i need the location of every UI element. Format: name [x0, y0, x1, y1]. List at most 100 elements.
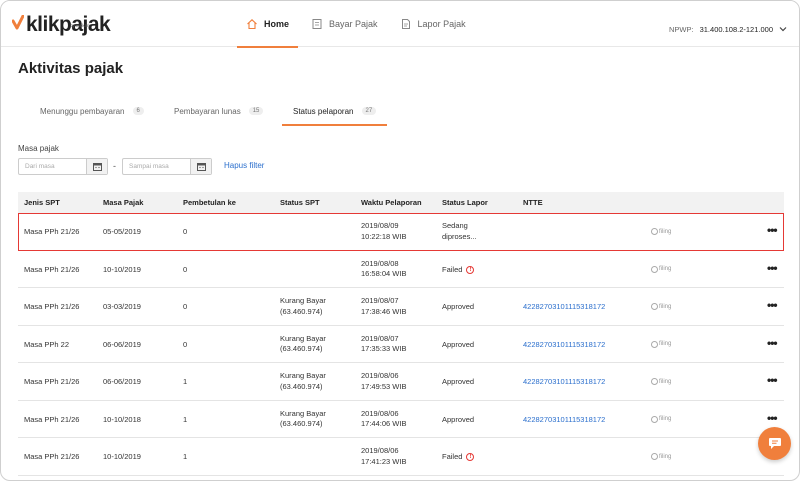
cell-status-lapor: Approved: [442, 302, 475, 311]
npwp-label: NPWP:: [669, 25, 694, 34]
table-row[interactable]: Masa PPh 21/26 06-06/2019 1 Kurang Bayar (63…: [18, 363, 784, 401]
waktu-date: 2019/08/07: [361, 333, 399, 343]
status-spt-line2: (63.460.974): [280, 344, 323, 353]
status-lapor-text: Failed: [442, 264, 463, 274]
cell-status-lapor: Approved: [442, 377, 475, 386]
efiling-icon: [651, 265, 658, 273]
filter-label: Masa pajak: [18, 144, 59, 153]
waktu-time: 10:22:18 WIB: [361, 231, 407, 241]
cell-pembetulan: 0: [183, 339, 188, 349]
payment-icon: [312, 19, 322, 29]
cell-waktu-pelaporan: 2019/08/06 17:41:23 WIB: [361, 446, 406, 467]
tab-count-badge: 27: [361, 107, 377, 115]
calendar-icon[interactable]: [86, 159, 107, 174]
waktu-time: 16:58:04 WIB: [361, 269, 407, 278]
cell-status-lapor: Approved: [442, 414, 475, 424]
waktu-date: 2019/08/09: [361, 221, 399, 230]
table-row[interactable]: Masa PPh 22 06-06/2019 0 Kurang Bayar (63.46…: [18, 326, 784, 363]
efiling-logo: filing: [651, 340, 672, 348]
efiling-logo: filing: [651, 303, 671, 310]
chat-button[interactable]: [758, 427, 791, 460]
more-options-icon[interactable]: •••: [767, 223, 778, 237]
efiling-icon: [651, 228, 658, 235]
more-options-icon[interactable]: •••: [767, 411, 778, 425]
nav-label-lapor-pajak: Lapor Pajak: [417, 19, 466, 29]
cell-pembetulan: 0: [183, 302, 188, 311]
waktu-date: 2019/08/06: [361, 371, 399, 380]
efiling-label: filing: [659, 341, 672, 347]
cell-ntte-link[interactable]: 42282703101115318172: [523, 377, 605, 388]
cell-ntte-link[interactable]: 42282703101115318172: [523, 415, 605, 426]
cell-waktu-pelaporan: 2019/08/07 17:38:46 WIB: [361, 296, 406, 317]
calendar-icon[interactable]: [190, 159, 211, 174]
cell-jenis-spt: Masa PPh 21/26: [24, 264, 80, 274]
tab-menunggu-pembayaran[interactable]: Menunggu pembayaran 6: [34, 96, 150, 126]
cell-masa-pajak: 03-03/2019: [103, 302, 141, 311]
table-row[interactable]: Masa PPh 21/26 10-10/2019 0 2019/08/08 16:58…: [18, 251, 784, 288]
cell-ntte-link[interactable]: 42282703101115318172: [523, 302, 605, 313]
efiling-icon: [651, 340, 658, 348]
cell-pembetulan: 1: [183, 452, 188, 461]
more-options-icon[interactable]: •••: [767, 336, 778, 350]
tab-label: Status pelaporan: [293, 106, 354, 116]
warning-icon[interactable]: !: [466, 265, 475, 274]
waktu-date: 2019/08/06: [361, 446, 399, 455]
column-header-pembetulan[interactable]: Pembetulan ke: [183, 198, 236, 207]
waktu-time: 17:44:06 WIB: [361, 419, 407, 428]
column-header-status-lapor[interactable]: Status Lapor: [442, 198, 488, 207]
cell-status-spt: Kurang Bayar (63.460.974): [280, 296, 326, 317]
date-to-input[interactable]: Sampai masa: [122, 158, 212, 175]
column-header-status-spt[interactable]: Status SPT: [280, 198, 320, 207]
waktu-time: 17:38:46 WIB: [361, 306, 407, 316]
cell-pembetulan: 0: [183, 227, 188, 236]
column-header-waktu-pelaporan[interactable]: Waktu Pelaporan: [361, 198, 422, 207]
more-options-icon[interactable]: •••: [767, 298, 778, 312]
column-header-jenis-spt[interactable]: Jenis SPT: [24, 198, 60, 207]
cell-status-lapor: Failed!: [442, 264, 475, 276]
activity-tabs: Menunggu pembayaran 6 Pembayaran lunas 1…: [18, 96, 784, 126]
efiling-logo: filing: [651, 265, 671, 273]
nav-label-bayar-pajak: Bayar Pajak: [329, 19, 378, 29]
column-header-masa-pajak[interactable]: Masa Pajak: [103, 198, 143, 207]
tab-status-pelaporan[interactable]: Status pelaporan 27: [282, 96, 388, 126]
cell-masa-pajak: 06-06/2019: [103, 377, 141, 386]
cell-ntte-link[interactable]: 42282703101115318172: [523, 340, 605, 351]
waktu-date: 2019/08/08: [361, 258, 399, 268]
cell-masa-pajak: 10-10/2018: [103, 414, 141, 424]
cell-status-spt: Kurang Bayar (63.460.974): [280, 409, 326, 430]
cell-status-spt: Kurang Bayar (63.460.974): [280, 334, 326, 355]
table-row[interactable]: Masa PPh 21/26 03-03/2019 0 Kurang Bayar (63…: [18, 288, 784, 326]
date-from-input[interactable]: Dari masa: [18, 158, 108, 175]
chat-icon: [768, 438, 781, 449]
date-range-separator: -: [113, 161, 116, 171]
table-row[interactable]: Masa PPh 21/26 10-10/2019 1 2019/08/06 17:41…: [18, 438, 784, 476]
efiling-label: filing: [659, 303, 672, 310]
tab-count-badge: 15: [248, 107, 264, 115]
nav-item-lapor-pajak[interactable]: Lapor Pajak: [391, 1, 475, 47]
column-header-ntte[interactable]: NTTE: [523, 198, 543, 207]
tab-pembayaran-lunas[interactable]: Pembayaran lunas 15: [168, 96, 269, 126]
more-options-icon[interactable]: •••: [767, 261, 778, 275]
chevron-down-icon[interactable]: [779, 26, 787, 32]
tab-label: Menunggu pembayaran: [40, 106, 125, 116]
klikpajak-logo[interactable]: klikpajak: [12, 13, 111, 37]
more-options-icon[interactable]: •••: [767, 373, 778, 387]
efiling-icon: [651, 453, 658, 460]
tax-activity-table: Jenis SPT Masa Pajak Pembetulan ke Statu…: [18, 192, 784, 476]
status-spt-line1: Kurang Bayar: [280, 296, 326, 305]
warning-icon[interactable]: !: [466, 453, 475, 462]
efiling-label: filing: [659, 228, 672, 235]
cell-status-spt: Kurang Bayar (63.460.974): [280, 371, 326, 392]
tab-count-badge: 6: [132, 107, 144, 115]
brand-sub: by mekari: [70, 23, 90, 28]
nav-item-bayar-pajak[interactable]: Bayar Pajak: [302, 1, 387, 47]
efiling-label: filing: [659, 416, 672, 422]
table-row[interactable]: Masa PPh 21/26 05-05/2019 0 2019/08/09 10:22…: [18, 213, 784, 251]
nav-item-home[interactable]: Home: [237, 1, 299, 48]
cell-pembetulan: 1: [183, 414, 188, 424]
npwp-selector[interactable]: NPWP: 31.400.108.2-121.000: [669, 25, 773, 34]
cell-masa-pajak: 10-10/2019: [103, 264, 141, 274]
table-row[interactable]: Masa PPh 21/26 10-10/2018 1 Kurang Bayar (63…: [18, 401, 784, 438]
cell-masa-pajak: 05-05/2019: [103, 227, 141, 236]
clear-filter-link[interactable]: Hapus filter: [224, 161, 264, 170]
